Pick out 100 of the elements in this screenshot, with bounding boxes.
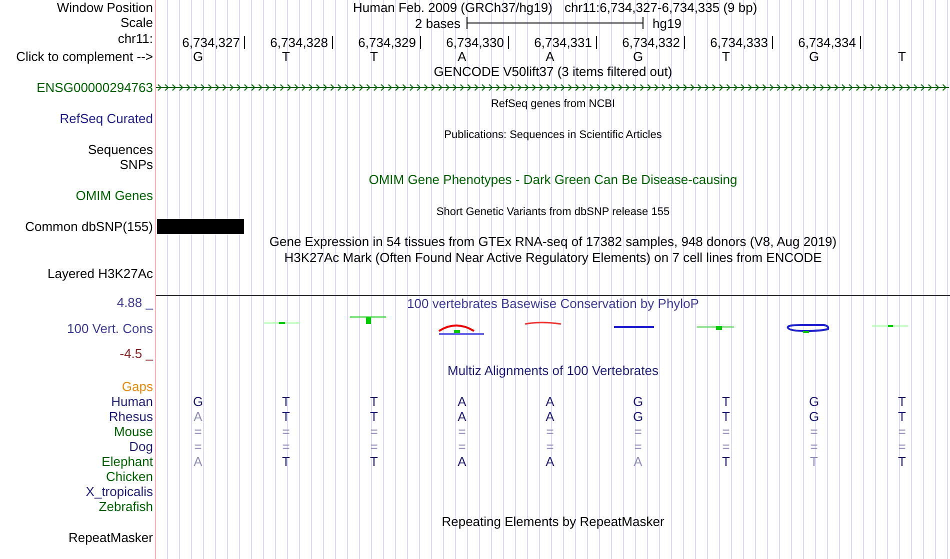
ruler-position: 6,734,329 — [358, 36, 421, 49]
species-label[interactable]: X_tropicalis — [86, 484, 153, 499]
track-label[interactable]: OMIM Genes — [76, 188, 153, 203]
base-letter: = — [458, 439, 466, 454]
base-letter: T — [898, 394, 906, 409]
track-label: Window Position — [56, 0, 153, 15]
base-letter: A — [546, 394, 554, 409]
base-letter: = — [282, 424, 290, 439]
base-letter: = — [898, 439, 906, 454]
base-letter: G — [192, 394, 204, 409]
base-letter: A — [634, 454, 642, 469]
base-letter: T — [810, 454, 818, 469]
track-title: Short Genetic Variants from dbSNP release 155 — [436, 206, 670, 218]
base-letter: = — [810, 424, 818, 439]
base-letter: G — [632, 409, 644, 424]
base-letter: A — [458, 409, 466, 424]
track-label: Scale — [120, 15, 153, 30]
ruler-position: 6,734,334 — [798, 36, 861, 49]
species-label[interactable]: Dog — [129, 439, 153, 454]
track-title: GENCODE V50lift37 (3 items filtered out) — [434, 64, 672, 79]
base-letter: T — [282, 409, 290, 424]
base-letter: = — [634, 439, 642, 454]
track-label[interactable]: Sequences — [88, 142, 153, 157]
axis-min-label: -4.5 _ — [120, 346, 153, 361]
base-letter: G — [632, 394, 644, 409]
base-letter: A — [546, 409, 554, 424]
base-letter: A — [458, 394, 466, 409]
species-label[interactable]: Human — [111, 394, 153, 409]
base-letter: T — [898, 49, 906, 64]
species-label[interactable]: Zebrafish — [98, 499, 153, 514]
base-letter: = — [546, 439, 554, 454]
base-letter: A — [194, 454, 202, 469]
base-letter: G — [192, 49, 204, 64]
region-title: chr11:6,734,327-6,734,335 (9 bp) — [564, 0, 758, 15]
track-label[interactable]: 100 Vert. Cons — [67, 320, 153, 336]
ruler-position: 6,734,332 — [622, 36, 685, 49]
base-letter: T — [370, 49, 378, 64]
track-title: Repeating Elements by RepeatMasker — [442, 514, 664, 529]
base-letter: = — [722, 424, 730, 439]
base-letter: T — [282, 394, 290, 409]
base-letter: = — [370, 439, 378, 454]
species-label[interactable]: Elephant — [102, 454, 153, 469]
track-title: RefSeq genes from NCBI — [490, 98, 616, 110]
base-letter: A — [194, 409, 202, 424]
base-letter: T — [282, 454, 290, 469]
base-letter: T — [722, 49, 730, 64]
species-label[interactable]: Mouse — [114, 424, 153, 439]
base-letter: = — [370, 424, 378, 439]
base-letter: A — [546, 49, 554, 64]
base-letter: T — [370, 409, 378, 424]
base-letter: = — [546, 424, 554, 439]
species-label[interactable]: Chicken — [106, 469, 153, 484]
track-title: Publications: Sequences in Scientific Articles — [444, 129, 662, 141]
base-letter: = — [810, 439, 818, 454]
ruler-position: 6,734,331 — [534, 36, 597, 49]
track-title: Multiz Alignments of 100 Vertebrates — [447, 363, 658, 378]
track-label[interactable]: RepeatMasker — [68, 530, 153, 545]
track-label: chr11: — [118, 31, 153, 46]
scale-assembly: hg19 — [652, 16, 682, 30]
base-letter: G — [808, 49, 820, 64]
ruler-position: 6,734,333 — [710, 36, 773, 49]
base-letter: T — [722, 409, 730, 424]
ruler-position: 6,734,328 — [270, 36, 333, 49]
axis-max-label: 4.88 _ — [116, 295, 153, 310]
gene-label[interactable]: ENSG00000294763 — [36, 80, 153, 95]
base-letter: A — [458, 454, 466, 469]
base-letter: T — [370, 394, 378, 409]
ruler-position: 6,734,330 — [446, 36, 509, 49]
base-letter: T — [722, 394, 730, 409]
base-letter: = — [194, 439, 202, 454]
base-letter: = — [458, 424, 466, 439]
base-letter: G — [632, 49, 644, 64]
base-letter: A — [458, 49, 466, 64]
track-label[interactable]: Common dbSNP(155) — [25, 219, 153, 234]
base-letter: = — [722, 439, 730, 454]
assembly-title: Human Feb. 2009 (GRCh37/hg19) — [353, 0, 552, 15]
base-letter: = — [634, 424, 642, 439]
track-label[interactable]: RefSeq Curated — [60, 111, 153, 126]
base-letter: T — [282, 49, 290, 64]
base-letter: G — [808, 409, 820, 424]
base-letter: = — [282, 439, 290, 454]
complement-link[interactable]: Click to complement --> — [16, 49, 153, 64]
track-title: 100 vertebrates Basewise Conservation by PhyloP — [407, 296, 699, 311]
track-label[interactable]: Layered H3K27Ac — [47, 266, 153, 281]
base-letter: T — [722, 454, 730, 469]
species-label[interactable]: Rhesus — [108, 409, 153, 424]
base-letter: T — [370, 454, 378, 469]
track-label[interactable]: SNPs — [120, 157, 153, 172]
base-letter: A — [546, 454, 554, 469]
base-letter: G — [808, 394, 820, 409]
ruler-position: 6,734,327 — [182, 36, 245, 49]
base-letter: = — [898, 424, 906, 439]
gene-feature-drawing[interactable] — [156, 83, 949, 92]
track-title: H3K27Ac Mark (Often Found Near Active Regulatory Elements) on 7 cell lines from ENCODE — [284, 250, 822, 265]
base-letter: T — [898, 409, 906, 424]
track-title: Gene Expression in 54 tissues from GTEx RNA-seq of 17382 samples, 948 donors (V8, Aug 2019) — [269, 234, 837, 249]
base-letter: = — [194, 424, 202, 439]
track-title: OMIM Gene Phenotypes - Dark Green Can Be Disease-causing — [368, 172, 738, 187]
scale-length: 2 bases — [415, 16, 461, 30]
base-letter: T — [898, 454, 906, 469]
